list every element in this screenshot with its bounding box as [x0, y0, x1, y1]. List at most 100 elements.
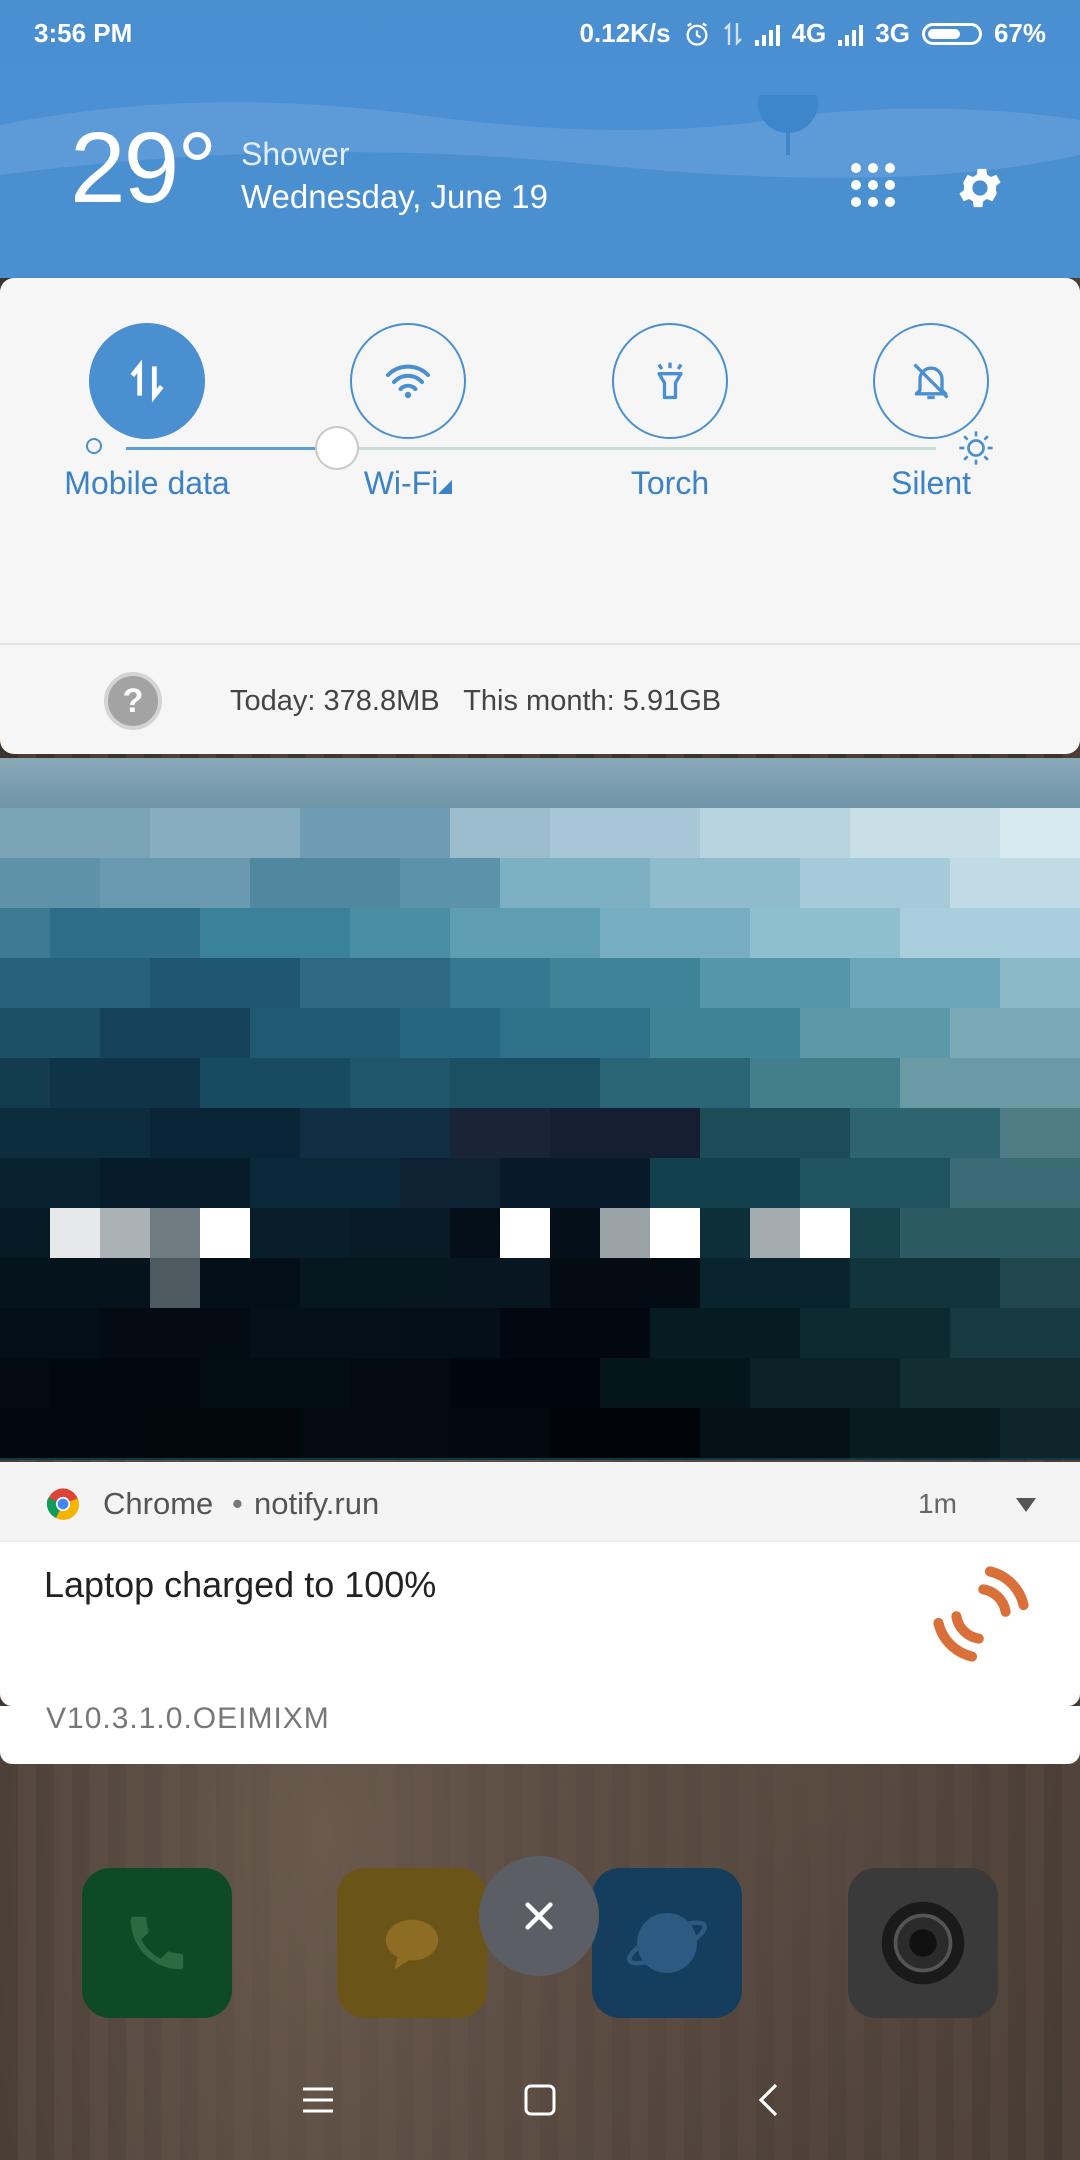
notification-header[interactable]: Chrome • notify.run 1m: [0, 1462, 1080, 1542]
pixel-block: [450, 1058, 500, 1108]
pixel-block: [850, 1358, 900, 1408]
pixel-block: [700, 1008, 750, 1058]
pixel-block: [250, 1158, 300, 1208]
pixel-block: [150, 1258, 200, 1308]
pixel-block: [850, 958, 900, 1008]
pixel-block: [600, 908, 650, 958]
network-speed: 0.12K/s: [579, 18, 671, 48]
pixel-block: [950, 808, 1000, 858]
expand-arrow-icon[interactable]: [1014, 1495, 1038, 1515]
recents-button[interactable]: [288, 2070, 348, 2130]
pixel-block: [950, 1208, 1000, 1258]
pixel-block: [1000, 1158, 1050, 1208]
phone-app-icon[interactable]: [82, 1868, 232, 2018]
pixel-block: [500, 908, 550, 958]
pixel-block: [50, 1008, 100, 1058]
pixel-block: [200, 858, 250, 908]
pixel-block: [1000, 1308, 1050, 1358]
pixel-block: [850, 858, 900, 908]
settings-button[interactable]: [954, 162, 1006, 214]
pixel-block: [100, 1008, 150, 1058]
pixel-block: [900, 1008, 950, 1058]
camera-app-icon[interactable]: [848, 1868, 998, 2018]
pixel-block: [50, 808, 100, 858]
pixel-block: [750, 1058, 800, 1108]
data-usage-help-icon[interactable]: ?: [104, 672, 162, 730]
pixel-block: [1050, 1058, 1080, 1108]
pixel-block: [400, 1158, 450, 1208]
tile-wifi-circle[interactable]: [350, 323, 466, 439]
pixel-block: [500, 1408, 550, 1458]
tile-torch[interactable]: Torch: [570, 323, 770, 502]
pixel-block: [950, 1108, 1000, 1158]
pixel-block: [150, 1358, 200, 1408]
pixel-block: [950, 1058, 1000, 1108]
pixel-block: [850, 1058, 900, 1108]
pixel-block: [350, 808, 400, 858]
tile-mobile-data-circle[interactable]: [89, 323, 205, 439]
tile-label: Torch: [630, 465, 710, 501]
pixel-block: [150, 1158, 200, 1208]
pixel-block: [400, 1208, 450, 1258]
tile-mobile-data[interactable]: Mobile data: [47, 323, 247, 502]
pixel-block: [150, 1408, 200, 1458]
home-button[interactable]: [510, 2070, 570, 2130]
notification-body[interactable]: Laptop charged to 100%: [0, 1542, 1080, 1706]
pixel-block: [700, 1058, 750, 1108]
pixel-block: [500, 1208, 550, 1258]
pixel-block: [300, 1408, 350, 1458]
pixel-block: [350, 1308, 400, 1358]
tile-wifi[interactable]: Wi-Fi: [308, 323, 508, 502]
signal-strength-2-icon: [838, 22, 864, 46]
pixel-block: [450, 1208, 500, 1258]
pixel-block: [350, 1408, 400, 1458]
pixel-block: [600, 1308, 650, 1358]
tile-torch-circle[interactable]: [612, 323, 728, 439]
pixel-block: [1050, 1108, 1080, 1158]
pixel-block: [950, 858, 1000, 908]
pixel-block: [300, 1058, 350, 1108]
pixel-block: [100, 1358, 150, 1408]
pixel-block: [750, 908, 800, 958]
brightness-slider[interactable]: [86, 426, 996, 470]
pixel-block: [100, 1258, 150, 1308]
background-notification[interactable]: V10.3.1.0.OEIMIXM: [0, 1702, 1080, 1764]
pixel-block: [100, 1108, 150, 1158]
pixel-block: [650, 1008, 700, 1058]
background-notification-text: V10.3.1.0.OEIMIXM: [46, 1702, 330, 1735]
pixel-block: [1000, 1258, 1050, 1308]
pixel-block: [650, 858, 700, 908]
pixel-block: [850, 1008, 900, 1058]
pixel-block: [750, 1408, 800, 1458]
notification-separator: •: [232, 1486, 243, 1521]
pixel-block: [200, 1408, 250, 1458]
pixel-block: [750, 958, 800, 1008]
data-usage-text[interactable]: Today: 378.8MB This month: 5.91GB: [230, 685, 721, 718]
pixel-block: [400, 908, 450, 958]
pixel-block: [450, 1108, 500, 1158]
pixel-block: [100, 1308, 150, 1358]
pixel-block: [150, 1008, 200, 1058]
pixel-block: [800, 908, 850, 958]
pixel-block: [200, 1058, 250, 1108]
close-all-button[interactable]: [479, 1856, 599, 1976]
pixel-block: [250, 1058, 300, 1108]
pixel-block: [0, 858, 50, 908]
pixel-block: [550, 1008, 600, 1058]
pixel-block: [750, 858, 800, 908]
alarm-icon: [686, 22, 708, 46]
tile-silent[interactable]: Silent: [831, 323, 1031, 502]
pixel-block: [400, 808, 450, 858]
tile-silent-circle[interactable]: [873, 323, 989, 439]
pixel-block: [750, 1158, 800, 1208]
browser-app-icon[interactable]: [592, 1868, 742, 2018]
brightness-thumb[interactable]: [314, 426, 359, 470]
pixel-block: [850, 1408, 900, 1458]
pixel-block: [850, 1208, 900, 1258]
pixel-block: [950, 1008, 1000, 1058]
pixel-block: [0, 1308, 50, 1358]
media-notification-image[interactable]: [0, 758, 1080, 1460]
messages-app-icon[interactable]: [337, 1868, 487, 2018]
back-button[interactable]: [738, 2070, 798, 2130]
toggles-grid-button[interactable]: [848, 160, 898, 210]
